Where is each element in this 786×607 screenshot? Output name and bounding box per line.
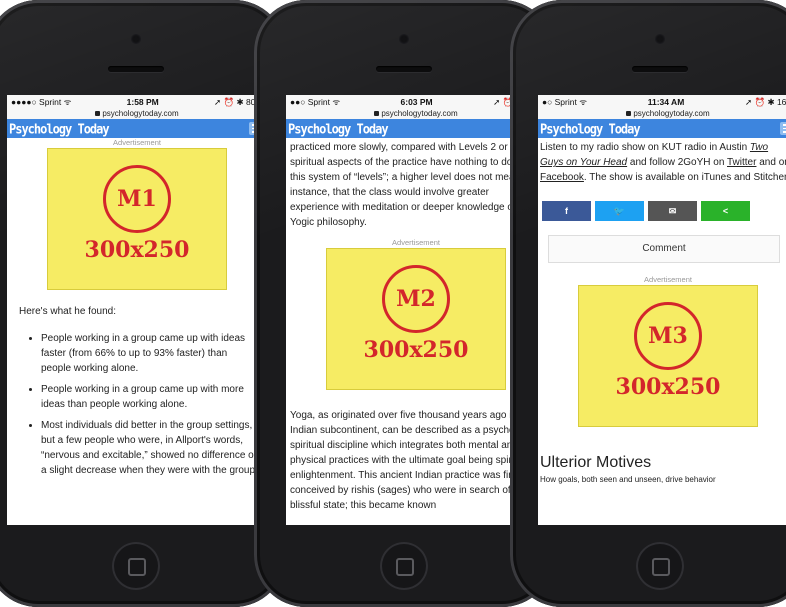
share-button[interactable]: <	[701, 201, 750, 221]
url-text: psychologytoday.com	[633, 109, 710, 118]
section-heading: Ulterior Motives	[540, 454, 652, 471]
radio-show-paragraph: Listen to my radio show on KUT radio in …	[540, 140, 786, 185]
screen-1: ●●●●○ Sprint ᯤ 1:58 PM ➚ ⏰ ✱ 80% psychol…	[7, 95, 267, 525]
lock-icon	[95, 111, 101, 117]
list-item: People working in a group came up with m…	[41, 382, 259, 412]
article-content: practiced more slowly, compared with Lev…	[286, 140, 546, 513]
home-button[interactable]	[636, 542, 684, 590]
carrier-signal: ●○ Sprint ᯤ	[542, 96, 587, 107]
ad-slot-badge: M1	[103, 165, 171, 233]
phone-frame-2: ●●○ Sprint ᯤ 6:03 PM ➚ ⏰ ✱ 93% psycholog…	[254, 0, 554, 607]
paragraph-text: and follow 2GoYH on	[627, 157, 727, 168]
ad-label: Advertisement	[644, 275, 692, 284]
phone-frame-3: ●○ Sprint ᯤ 11:34 AM ➚ ⏰ ✱ 16% psycholog…	[510, 0, 786, 607]
paragraph: practiced more slowly, compared with Lev…	[290, 142, 539, 228]
status-bar: ●●●●○ Sprint ᯤ 1:58 PM ➚ ⏰ ✱ 80%	[7, 95, 267, 109]
url-text: psychologytoday.com	[102, 109, 179, 118]
clock: 1:58 PM	[126, 97, 159, 107]
comment-button[interactable]: Comment	[548, 235, 780, 263]
intro-text: Here's what he found:	[19, 306, 116, 317]
address-bar[interactable]: psychologytoday.com	[7, 109, 267, 119]
email-share-button[interactable]: ✉	[648, 201, 697, 221]
site-logo[interactable]: Psychology Today	[288, 121, 389, 136]
front-camera	[655, 34, 665, 44]
ad-banner-m3[interactable]: M3 300x250	[578, 285, 758, 427]
list-item: People working in a group came up with i…	[41, 331, 259, 376]
status-indicators: ➚ ⏰ ✱ 16%	[745, 96, 786, 107]
ad-label: Advertisement	[113, 138, 161, 147]
home-button[interactable]	[112, 542, 160, 590]
earpiece-speaker	[376, 66, 432, 72]
ad-banner-m2[interactable]: M2 300x250	[326, 248, 506, 390]
clock: 11:34 AM	[647, 97, 685, 107]
findings-list: People working in a group came up with i…	[7, 331, 267, 478]
site-header: Psychology Today	[7, 119, 267, 138]
lock-icon	[626, 111, 632, 117]
list-item: Most individuals did better in the group…	[41, 418, 259, 478]
carrier-signal: ●●○ Sprint ᯤ	[290, 96, 341, 107]
site-header: Psychology Today	[286, 119, 546, 138]
paragraph-text: . The show is available on iTunes and St…	[583, 172, 786, 183]
home-button[interactable]	[380, 542, 428, 590]
lock-icon	[374, 111, 380, 117]
site-logo[interactable]: Psychology Today	[9, 121, 110, 136]
ad-size-label: 300x250	[84, 237, 190, 263]
address-bar[interactable]: psychologytoday.com	[538, 109, 786, 119]
status-bar: ●●○ Sprint ᯤ 6:03 PM ➚ ⏰ ✱ 93%	[286, 95, 546, 109]
ad-size-label: 300x250	[363, 337, 469, 363]
paragraph-text: Listen to my radio show on KUT radio in …	[540, 142, 750, 153]
ad-slot-badge: M3	[634, 302, 702, 370]
home-square-icon	[396, 558, 414, 576]
hamburger-menu-icon[interactable]	[780, 122, 786, 135]
earpiece-speaker	[108, 66, 164, 72]
front-camera	[131, 34, 141, 44]
front-camera	[399, 34, 409, 44]
screen-3: ●○ Sprint ᯤ 11:34 AM ➚ ⏰ ✱ 16% psycholog…	[538, 95, 786, 525]
facebook-link[interactable]: Facebook	[540, 172, 584, 183]
phone-frame-1: ●●●●○ Sprint ᯤ 1:58 PM ➚ ⏰ ✱ 80% psychol…	[0, 0, 286, 607]
screen-2: ●●○ Sprint ᯤ 6:03 PM ➚ ⏰ ✱ 93% psycholog…	[286, 95, 546, 525]
ad-label: Advertisement	[392, 238, 440, 247]
address-bar[interactable]: psychologytoday.com	[286, 109, 546, 119]
article-content: Advertisement M1 300x250 Here's what he …	[7, 138, 267, 478]
carrier-signal: ●●●●○ Sprint ᯤ	[11, 96, 72, 107]
earpiece-speaker	[632, 66, 688, 72]
status-bar: ●○ Sprint ᯤ 11:34 AM ➚ ⏰ ✱ 16%	[538, 95, 786, 109]
home-square-icon	[652, 558, 670, 576]
clock: 6:03 PM	[400, 97, 433, 107]
ad-banner-m1[interactable]: M1 300x250	[47, 148, 227, 290]
ad-slot-badge: M2	[382, 265, 450, 333]
url-text: psychologytoday.com	[381, 109, 458, 118]
facebook-share-button[interactable]: f	[542, 201, 591, 221]
article-content: Listen to my radio show on KUT radio in …	[538, 140, 786, 487]
share-bar: f 🐦 ✉ <	[538, 201, 786, 221]
site-header: Psychology Today	[538, 119, 786, 138]
home-square-icon	[128, 558, 146, 576]
paragraph: Yoga, as originated over five thousand y…	[290, 410, 534, 511]
site-logo[interactable]: Psychology Today	[540, 121, 641, 136]
twitter-link[interactable]: Twitter	[727, 157, 756, 168]
section-subtitle: How goals, both seen and unseen, drive b…	[540, 475, 716, 484]
ad-size-label: 300x250	[615, 374, 721, 400]
paragraph-text: and on	[759, 157, 786, 168]
twitter-share-button[interactable]: 🐦	[595, 201, 644, 221]
